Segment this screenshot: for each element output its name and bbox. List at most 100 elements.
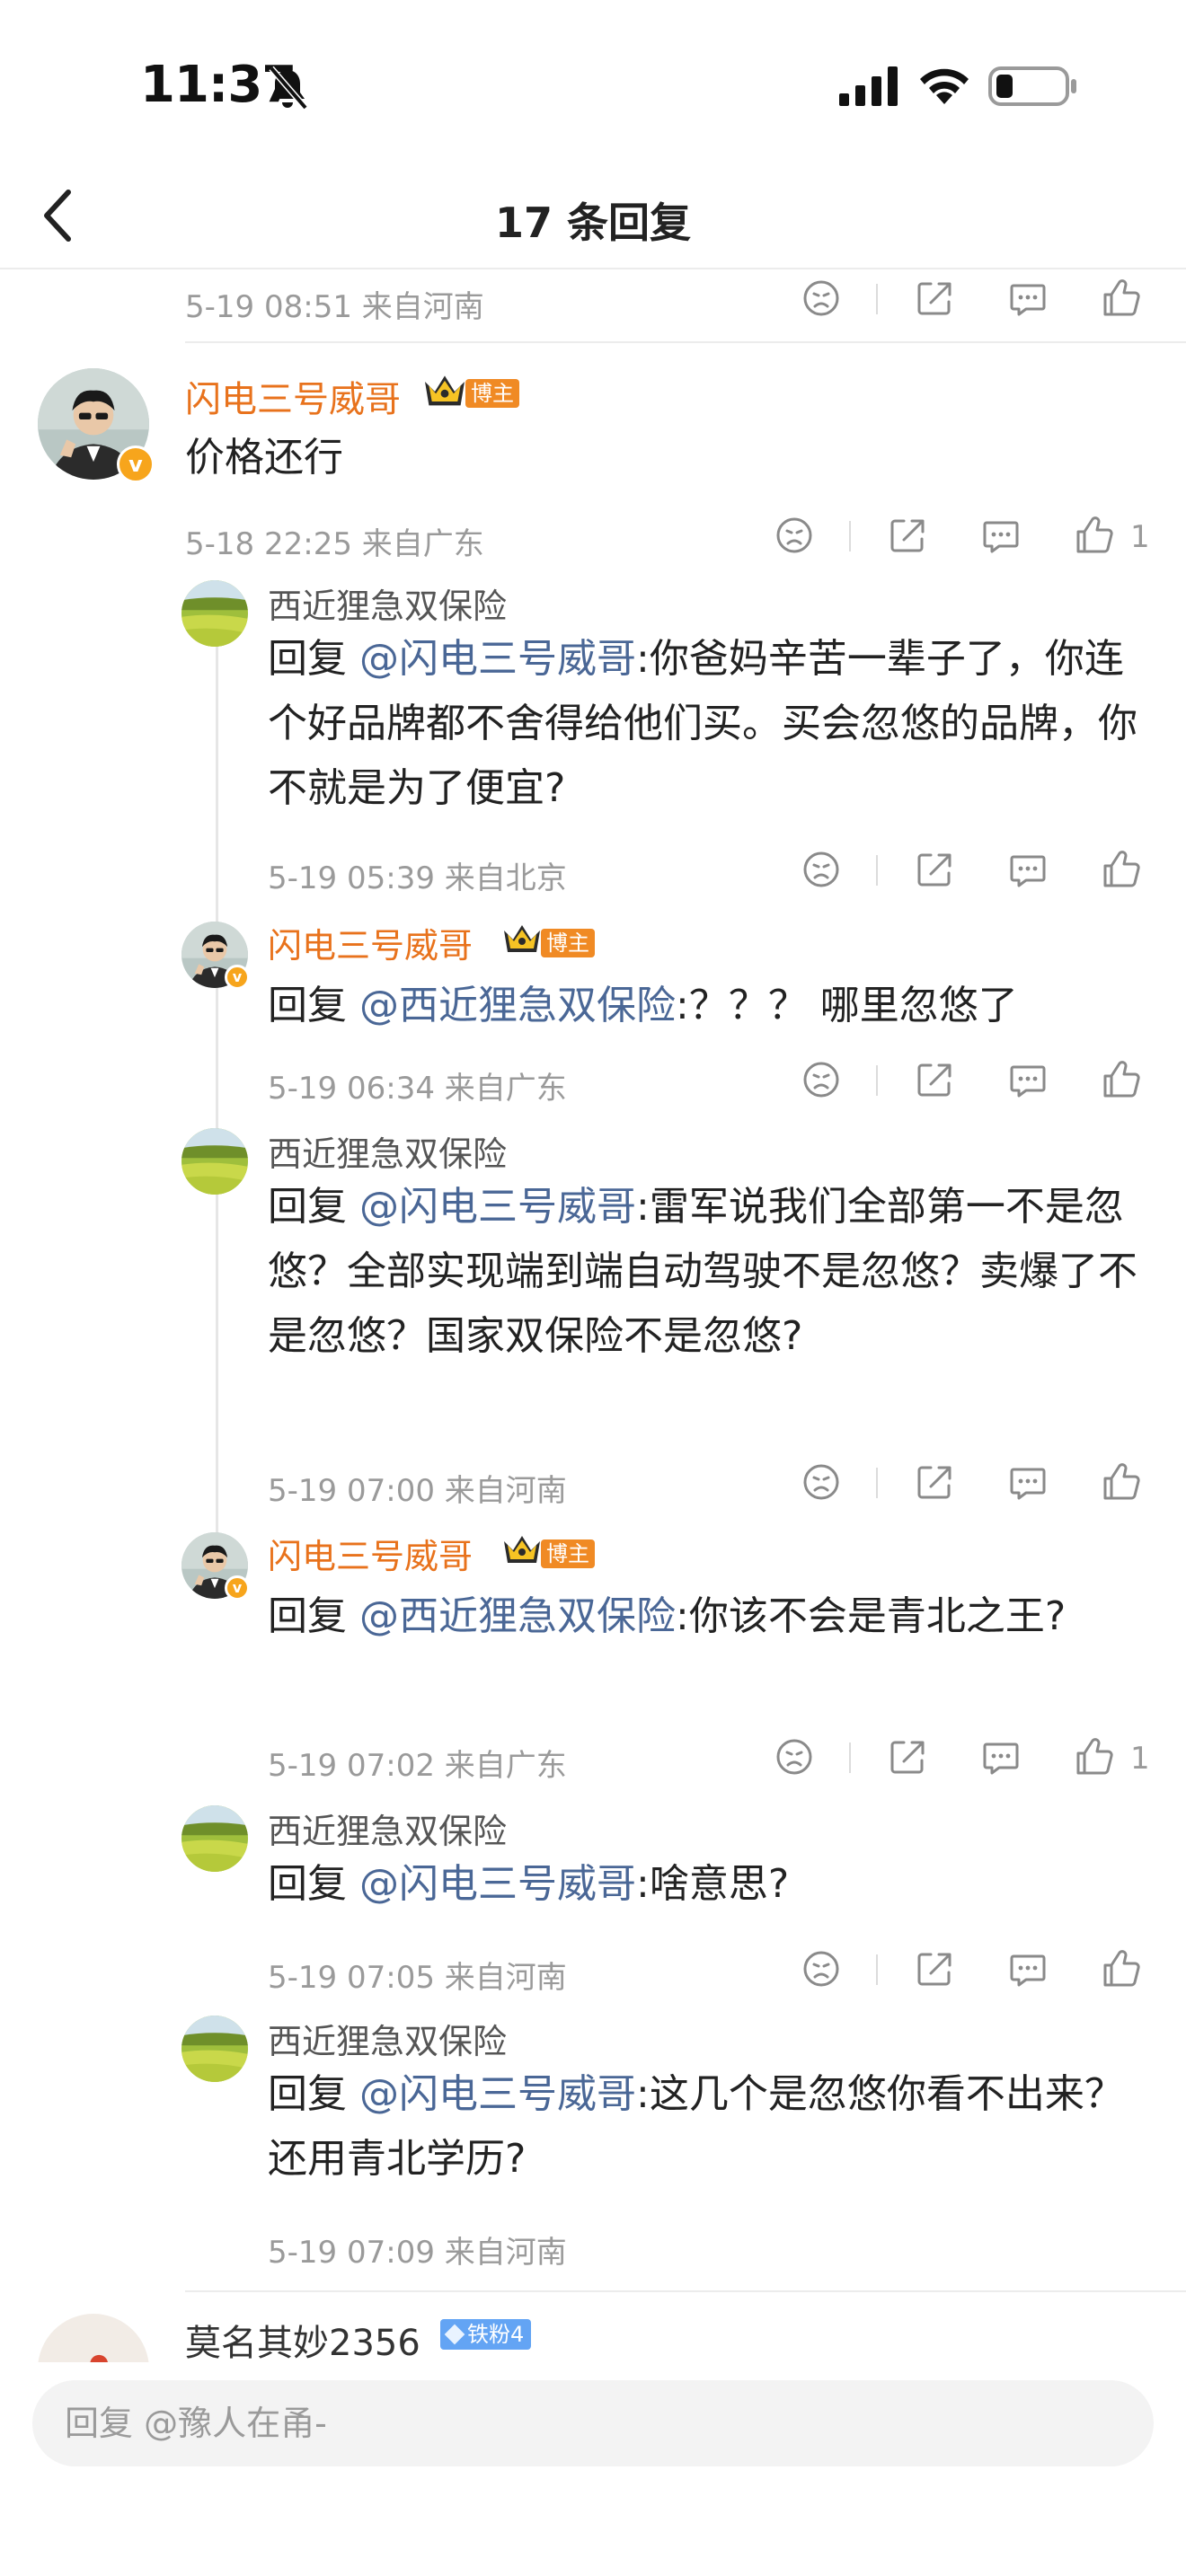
comment-icon	[1003, 1457, 1053, 1507]
comment-button[interactable]	[976, 1732, 1026, 1782]
comment-button[interactable]	[1003, 1054, 1053, 1105]
reply-prefix: 回复	[268, 636, 359, 682]
reply-prefix: 回复	[268, 2071, 359, 2117]
share-button[interactable]	[909, 273, 960, 323]
frown-icon	[796, 1054, 846, 1105]
comment-button[interactable]	[1003, 1457, 1053, 1507]
reply-meta: 5-19 07:05 来自河南	[268, 1944, 1166, 1996]
comment-date: 5-19 08:51	[185, 289, 352, 325]
frown-icon	[769, 510, 819, 560]
mention-link[interactable]: @闪电三号威哥	[359, 1184, 636, 1230]
dislike-button[interactable]	[796, 844, 846, 895]
dislike-button[interactable]	[796, 1054, 846, 1105]
reply-text: 回复 @闪电三号威哥:你爸妈辛苦一辈子了，你连个好品牌都不舍得给他们买。买会忽悠…	[268, 627, 1157, 821]
verified-icon: v	[225, 1575, 250, 1601]
comment-icon	[1003, 273, 1053, 323]
share-button[interactable]	[909, 844, 960, 895]
crown-icon	[420, 372, 469, 411]
reply-meta: 5-19 06:34 来自广东	[268, 1054, 1166, 1107]
crown-icon	[500, 922, 544, 957]
share-button[interactable]	[909, 1054, 960, 1105]
comment-text: 价格还行	[185, 435, 343, 481]
reply-location: 来自河南	[444, 2235, 567, 2271]
reply-prefix: 回复	[268, 1593, 359, 1639]
reply-author[interactable]: 西近狸急双保险	[268, 1126, 507, 1176]
share-icon	[882, 1732, 933, 1782]
like-count: 1	[1130, 519, 1150, 555]
signal-icon	[839, 66, 898, 106]
dislike-button[interactable]	[796, 1457, 846, 1507]
action-separator	[876, 1954, 878, 1985]
author-badge: 博主	[541, 1539, 595, 1568]
reply-date: 5-19 07:00	[268, 1473, 435, 1509]
reply-location: 来自广东	[444, 1748, 567, 1784]
reply-bar	[0, 2362, 1186, 2576]
like-button[interactable]	[1096, 1054, 1146, 1105]
like-button[interactable]	[1096, 273, 1146, 323]
page-title: 17 条回复	[494, 198, 692, 247]
thumbs-up-icon	[1069, 1732, 1120, 1782]
divider	[185, 2290, 1186, 2292]
mention-link[interactable]: @闪电三号威哥	[359, 636, 636, 682]
comment-button[interactable]	[1003, 844, 1053, 895]
reply-author[interactable]: 西近狸急双保险	[268, 578, 507, 628]
share-icon	[909, 844, 960, 895]
thumbs-up-icon	[1096, 1054, 1146, 1105]
mention-link[interactable]: @西近狸急双保险	[359, 1593, 676, 1639]
verified-icon: v	[225, 965, 250, 990]
share-button[interactable]	[882, 510, 933, 560]
like-button[interactable]	[1069, 510, 1120, 560]
reply-location: 来自广东	[444, 1071, 567, 1107]
reply-date: 5-19 07:02	[268, 1748, 435, 1784]
crown-icon	[500, 1532, 544, 1568]
dislike-button[interactable]	[796, 1944, 846, 1994]
avatar[interactable]	[181, 1128, 248, 1195]
share-icon	[909, 1944, 960, 1994]
dislike-button[interactable]	[796, 273, 846, 323]
comment-author[interactable]: 闪电三号威哥	[185, 370, 401, 422]
bell-slash-icon	[269, 66, 308, 110]
reply-author[interactable]: 闪电三号威哥	[268, 1529, 473, 1578]
reply-text: 回复 @西近狸急双保险:你该不会是青北之王?	[268, 1584, 1157, 1649]
avatar[interactable]	[38, 2314, 149, 2362]
reply-prefix: 回复	[268, 1861, 359, 1907]
frown-icon	[796, 1457, 846, 1507]
avatar[interactable]	[181, 580, 248, 647]
share-button[interactable]	[909, 1457, 960, 1507]
like-button[interactable]	[1096, 1944, 1146, 1994]
reply-date: 5-19 06:34	[268, 1071, 435, 1107]
reply-thread[interactable]: 5-19 08:51 来自河南 v 闪电三号威哥 博主 价格还行 5-18 22…	[0, 269, 1186, 2362]
comment-location: 来自广东	[361, 526, 484, 562]
reply-author[interactable]: 西近狸急双保险	[268, 1804, 507, 1853]
comment-date: 5-18 22:25	[185, 526, 352, 562]
comment-button[interactable]	[1003, 1944, 1053, 1994]
dislike-button[interactable]	[769, 1732, 819, 1782]
reply-author[interactable]: 闪电三号威哥	[268, 918, 473, 967]
mention-link[interactable]: @闪电三号威哥	[359, 2071, 636, 2117]
nav-bar: 17 条回复	[0, 162, 1186, 269]
reply-date: 5-19 07:05	[268, 1960, 435, 1996]
reply-author[interactable]: 西近狸急双保险	[268, 2014, 507, 2063]
share-button[interactable]	[882, 1732, 933, 1782]
reply-location: 来自河南	[444, 1960, 567, 1996]
share-button[interactable]	[909, 1944, 960, 1994]
reply-meta: 5-19 07:02 来自广东 1	[268, 1732, 1166, 1784]
reply-text: 回复 @闪电三号威哥:这几个是忽悠你看不出来？还用青北学历?	[268, 2062, 1157, 2192]
like-button[interactable]	[1096, 1457, 1146, 1507]
like-button[interactable]	[1096, 844, 1146, 895]
dislike-button[interactable]	[769, 510, 819, 560]
author-badge: 博主	[541, 929, 595, 957]
comment-author[interactable]: 莫名其妙2356	[185, 2314, 420, 2362]
action-separator	[849, 521, 851, 551]
avatar[interactable]	[181, 1805, 248, 1872]
comment-button[interactable]	[1003, 273, 1053, 323]
avatar[interactable]	[181, 2016, 248, 2082]
mention-link[interactable]: @西近狸急双保险	[359, 983, 676, 1028]
comment-button[interactable]	[976, 510, 1026, 560]
like-button[interactable]	[1069, 1732, 1120, 1782]
action-separator	[849, 1742, 851, 1773]
reply-input[interactable]	[32, 2380, 1154, 2466]
reply-body: :？？？ 哪里忽悠了	[676, 983, 1018, 1028]
action-separator	[876, 1065, 878, 1096]
mention-link[interactable]: @闪电三号威哥	[359, 1861, 636, 1907]
